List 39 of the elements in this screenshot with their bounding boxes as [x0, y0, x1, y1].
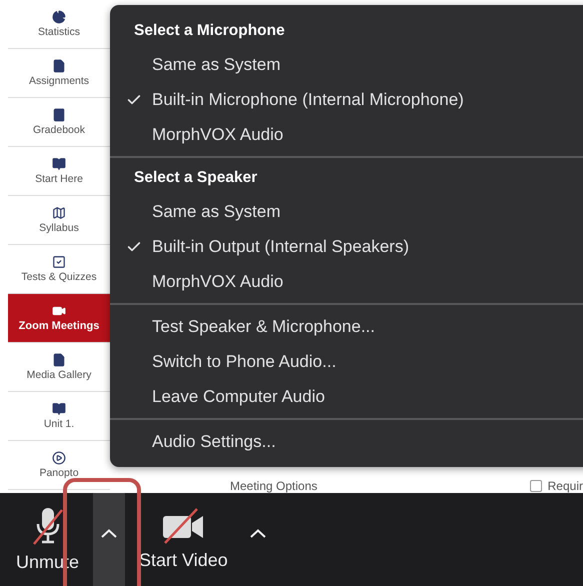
- video-file-icon: [52, 353, 66, 367]
- option-label: Requir: [548, 479, 583, 493]
- menu-item-label: Built-in Microphone (Internal Microphone): [152, 90, 464, 110]
- menu-item[interactable]: Same as System: [110, 194, 583, 229]
- menu-item-label: MorphVOX Audio: [152, 272, 284, 292]
- menu-item-label: Built-in Output (Internal Speakers): [152, 236, 410, 256]
- menu-item-label: Test Speaker & Microphone...: [152, 316, 376, 336]
- map-icon: [52, 206, 66, 220]
- document-icon: [52, 59, 66, 73]
- menu-item[interactable]: Leave Computer Audio: [110, 379, 583, 414]
- checkbox-icon: [52, 255, 66, 269]
- caret-button[interactable]: [93, 493, 126, 586]
- menu-item[interactable]: MorphVOX Audio: [110, 117, 583, 152]
- menu-item-label: Switch to Phone Audio...: [152, 352, 336, 372]
- play-circle-icon: [52, 451, 66, 465]
- menu-item[interactable]: Audio Settings...: [110, 424, 583, 459]
- video-camera-icon: [52, 304, 66, 318]
- pie-chart-icon: [52, 10, 66, 24]
- start-video-button[interactable]: Start Video: [133, 493, 234, 586]
- section-title: Meeting Options: [230, 479, 318, 493]
- caret-icon: [250, 529, 266, 538]
- caret-icon: [101, 529, 118, 538]
- menu-item[interactable]: Test Speaker & Microphone...: [110, 309, 583, 344]
- menu-item-label: Leave Computer Audio: [152, 386, 325, 406]
- menu-heading: Select a Microphone: [133, 21, 286, 41]
- open-book-icon: [52, 157, 66, 171]
- menu-item-label: Audio Settings...: [152, 432, 276, 452]
- menu-heading: Select a Speaker: [133, 168, 258, 188]
- menu-item-label: MorphVOX Audio: [152, 124, 284, 144]
- menu-item-label: Same as System: [152, 54, 280, 74]
- sidebar-item[interactable]: Zoom Meetings: [8, 294, 110, 343]
- menu-item[interactable]: Built-in Microphone (Internal Microphone): [110, 82, 583, 117]
- menu-item[interactable]: MorphVOX Audio: [110, 264, 583, 299]
- menu-item[interactable]: Same as System: [110, 47, 583, 82]
- menu-item[interactable]: Switch to Phone Audio...: [110, 344, 583, 379]
- menu-item-label: Same as System: [152, 202, 280, 222]
- menu-item[interactable]: Built-in Output (Internal Speakers): [110, 229, 583, 264]
- open-book-icon: [52, 402, 66, 416]
- checkbox[interactable]: [530, 480, 542, 492]
